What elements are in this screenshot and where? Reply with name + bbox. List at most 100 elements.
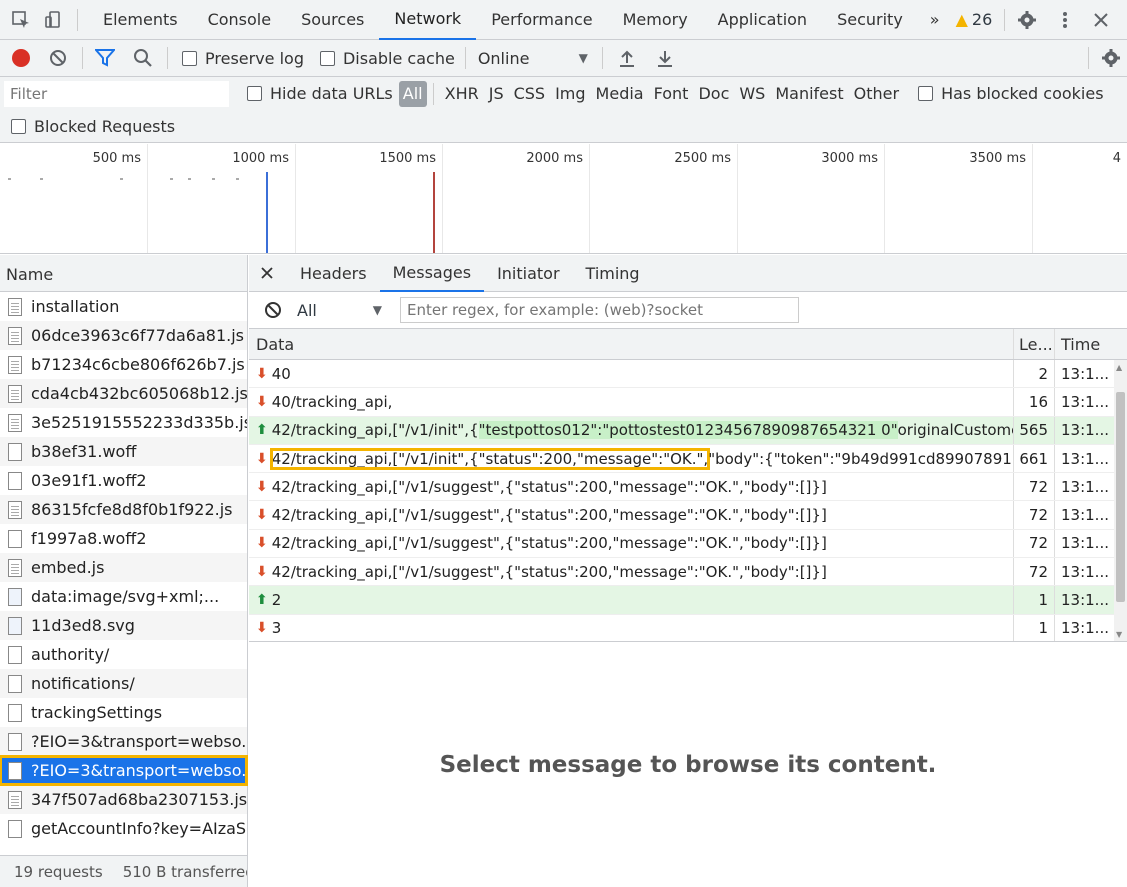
type-filter-media[interactable]: Media [591,81,649,107]
type-filter-all[interactable]: All [398,80,427,107]
request-row[interactable]: 06dce3963c6f77da6a81.js [0,321,247,350]
data-column-header[interactable]: Data [249,329,1014,359]
request-row[interactable]: 11d3ed8.svg [0,611,247,640]
time-column-header[interactable]: Time [1055,329,1110,359]
regex-filter-input[interactable] [400,297,799,323]
type-filter-manifest[interactable]: Manifest [770,81,848,107]
request-row[interactable]: 3e5251915552233d335b.js [0,408,247,437]
throttling-select[interactable]: Online ▼ [478,49,588,68]
clear-icon[interactable] [46,46,70,70]
hide-data-urls-checkbox[interactable] [247,86,262,101]
type-filter-doc[interactable]: Doc [693,81,734,107]
messages-scrollbar[interactable]: ▲ ▼ [1114,360,1127,641]
message-row[interactable]: ⬇ 3 1 13:1... [249,614,1127,641]
message-row[interactable]: ⬇ 42/tracking_api,["/v1/suggest",{"status… [249,473,1127,502]
message-row[interactable]: ⬆ 42/tracking_api,["/v1/init",{"testpotto… [249,416,1127,445]
scrollbar-thumb[interactable] [1116,392,1125,602]
tab-console[interactable]: Console [193,0,287,40]
request-row[interactable]: data:image/svg+xml;... [0,582,247,611]
request-row[interactable]: cda4cb432bc605068b12.js [0,379,247,408]
message-row[interactable]: ⬇ 42/tracking_api,["/v1/init",{"status":2… [249,444,1127,474]
message-row[interactable]: ⬇ 42/tracking_api,["/v1/suggest",{"status… [249,529,1127,559]
warning-count: 26 [971,10,993,29]
request-row[interactable]: getAccountInfo?key=AIzaS... [0,814,247,843]
device-toolbar-icon[interactable] [41,8,65,32]
request-name: getAccountInfo?key=AIzaS... [31,819,247,838]
tab-performance[interactable]: Performance [476,0,607,40]
name-column-header[interactable]: Name [0,255,247,292]
message-length: 72 [1014,501,1055,529]
detail-tab-headers[interactable]: Headers [287,255,380,292]
tab-elements[interactable]: Elements [88,0,193,40]
preserve-log-checkbox[interactable] [182,50,197,66]
filter-input[interactable] [4,80,229,107]
message-length: 72 [1014,529,1055,558]
toolbar-divider [1004,8,1006,31]
export-har-icon[interactable] [653,46,677,70]
tab-memory[interactable]: Memory [608,0,703,40]
close-devtools-icon[interactable] [1089,8,1113,32]
search-icon[interactable] [131,46,155,70]
inspect-element-icon[interactable] [9,8,33,32]
tab-sources[interactable]: Sources [286,0,379,40]
request-row[interactable]: f1997a8.woff2 [0,524,247,553]
toolbar-divider [82,47,83,69]
tab-security[interactable]: Security [822,0,918,40]
file-icon [8,558,22,577]
request-row[interactable]: 347f507ad68ba2307153.js [0,785,247,814]
toolbar-divider [167,47,168,69]
request-row[interactable]: 03e91f1.woff2 [0,466,247,495]
message-row[interactable]: ⬇ 40/tracking_api, 16 13:1... [249,388,1127,417]
type-filter-ws[interactable]: WS [734,81,770,107]
more-tabs-button[interactable]: » [918,0,952,40]
import-har-icon[interactable] [615,46,639,70]
blocked-requests-checkbox[interactable] [11,119,26,134]
toolbar-divider [601,47,603,69]
type-filter-css[interactable]: CSS [509,81,550,107]
scroll-up-icon[interactable]: ▲ [1116,363,1122,372]
has-blocked-cookies-checkbox[interactable] [918,86,934,101]
length-column-header[interactable]: Le... [1014,329,1055,359]
detail-tab-messages[interactable]: Messages [379,255,485,292]
message-data: ⬇ 3 [249,614,1014,641]
file-icon [8,384,22,403]
record-icon[interactable] [12,49,30,67]
network-settings-gear-icon[interactable] [1099,46,1123,70]
tab-application[interactable]: Application [703,0,822,40]
type-filter-xhr[interactable]: XHR [440,81,484,107]
type-filter-other[interactable]: Other [849,81,904,107]
message-filter-select[interactable]: All ▼ [297,301,382,320]
clear-messages-icon[interactable] [261,298,285,322]
request-row[interactable]: trackingSettings [0,698,247,727]
message-row[interactable]: ⬇ 42/tracking_api,["/v1/suggest",{"status… [249,558,1127,587]
detail-tab-initiator[interactable]: Initiator [484,255,572,292]
warnings-badge[interactable]: ▲ 26 [956,10,993,29]
throttling-value: Online [477,48,530,68]
tab-network[interactable]: Network [379,0,477,40]
request-row[interactable]: b38ef31.woff [0,437,247,466]
filter-icon[interactable] [93,46,117,70]
request-name: cda4cb432bc605068b12.js [31,384,247,403]
request-row[interactable]: authority/ [0,640,247,669]
more-options-icon[interactable] [1053,8,1077,32]
message-row[interactable]: ⬇ 42/tracking_api,["/v1/suggest",{"status… [249,501,1127,530]
request-row[interactable]: notifications/ [0,669,247,698]
settings-gear-icon[interactable] [1015,8,1039,32]
request-row[interactable]: embed.js [0,553,247,582]
request-row[interactable]: installation [0,292,247,321]
request-row[interactable]: ?EIO=3&transport=webso... [0,727,247,756]
message-row[interactable]: ⬆ 2 1 13:1... [249,586,1127,615]
request-row[interactable]: 86315fcfe8d8f0b1f922.js [0,495,247,524]
type-filter-js[interactable]: JS [484,81,509,107]
close-detail-icon[interactable] [255,261,279,285]
disable-cache-checkbox[interactable] [319,50,335,66]
type-filter-font[interactable]: Font [649,81,694,107]
message-row[interactable]: ⬇ 40 2 13:1... [249,360,1127,389]
scroll-down-icon[interactable]: ▼ [1116,630,1122,639]
message-text: 42/tracking_api,["/v1/suggest",{"status"… [271,534,827,553]
detail-tab-timing[interactable]: Timing [573,255,653,292]
request-row[interactable]: ?EIO=3&transport=webso... [0,755,248,786]
timeline-overview[interactable]: 500 ms 1000 ms 1500 ms 2000 ms 2500 ms 3000 m… [0,144,1127,254]
request-row[interactable]: b71234c6cbe806f626b7.js [0,350,247,379]
type-filter-img[interactable]: Img [550,81,590,107]
